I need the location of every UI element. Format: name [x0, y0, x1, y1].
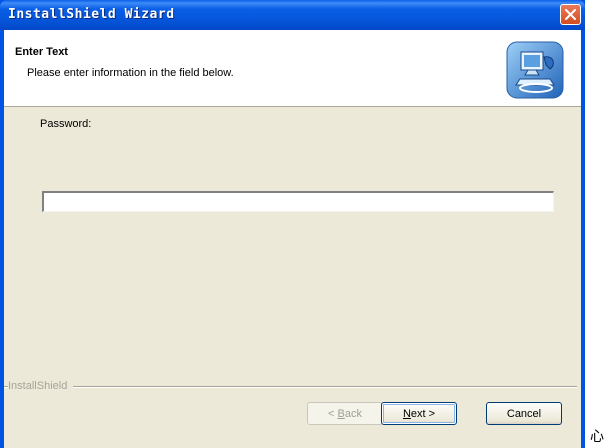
- password-field[interactable]: [42, 191, 554, 212]
- back-rest: ack: [344, 407, 362, 420]
- page-subtitle: Please enter information in the field be…: [27, 67, 234, 79]
- back-button[interactable]: < Back: [307, 402, 383, 425]
- title-bar[interactable]: InstallShield Wizard: [0, 0, 585, 30]
- cancel-button[interactable]: Cancel: [486, 402, 562, 425]
- back-mnemonic: B: [337, 407, 345, 420]
- close-icon: [565, 9, 576, 20]
- dialog-body: Enter Text Please enter information in t…: [4, 30, 581, 448]
- page-title: Enter Text: [15, 46, 68, 58]
- window-title: InstallShield Wizard: [8, 7, 175, 22]
- next-rest: ext >: [410, 407, 436, 420]
- next-mnemonic: N: [402, 407, 411, 420]
- brand-separator: InstallShield: [4, 380, 581, 392]
- separator-rule: [4, 386, 577, 388]
- password-label: Password:: [40, 118, 92, 130]
- brand-label: InstallShield: [8, 380, 74, 392]
- wizard-window: InstallShield Wizard Enter Text Please e…: [0, 0, 585, 448]
- stray-glyph: 心: [590, 429, 604, 445]
- computer-setup-icon: [506, 41, 564, 99]
- close-button[interactable]: [560, 4, 581, 25]
- wizard-header: Enter Text Please enter information in t…: [4, 30, 581, 107]
- back-prefix: <: [328, 407, 338, 420]
- next-button[interactable]: Next >: [381, 402, 457, 425]
